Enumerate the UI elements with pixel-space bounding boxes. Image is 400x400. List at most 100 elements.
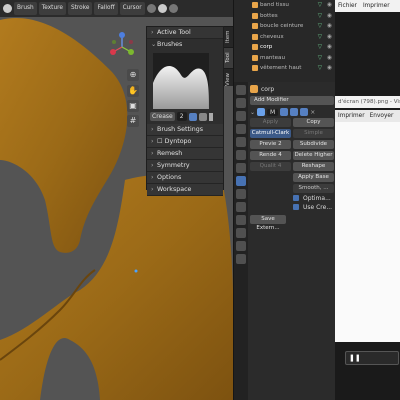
outliner-row-selected[interactable]: corp ▽ ◉	[234, 42, 336, 53]
outliner-row[interactable]: band tissu ▽ ◉	[234, 0, 336, 11]
more-dots-icon[interactable]	[208, 112, 213, 121]
use-crease-checkbox[interactable]	[293, 204, 299, 210]
brush-settings-section[interactable]: › Brush Settings	[147, 124, 223, 136]
brush-preview[interactable]	[153, 53, 209, 109]
print-button[interactable]: Imprimer	[338, 110, 365, 122]
eye-icon[interactable]: ◉	[327, 42, 332, 53]
constraints-tab-icon[interactable]	[236, 215, 246, 225]
catmull-clark-button[interactable]: Catmull-Clark	[250, 129, 291, 138]
data-tab-icon[interactable]	[236, 228, 246, 238]
camera-icon[interactable]: ▣	[127, 100, 139, 112]
shading-material-icon[interactable]	[168, 4, 178, 13]
view-layer-tab-icon[interactable]	[236, 124, 246, 134]
3d-viewport[interactable]: Brush Texture Stroke Falloff Cursor ⊕ ✋ …	[0, 0, 233, 400]
texture-menu[interactable]: Texture	[38, 2, 66, 15]
render-levels-field[interactable]: Rende 4	[250, 151, 291, 160]
zoom-icon[interactable]: ⊕	[127, 69, 139, 81]
dyntopo-section[interactable]: › ☐ Dyntopo	[147, 136, 223, 148]
menu-imprimer[interactable]: Imprimer	[363, 3, 390, 9]
grid-perspective-icon[interactable]: #	[127, 115, 139, 127]
viewer-title: d'écran (798).png - Visio	[335, 96, 400, 108]
scene-tab-icon[interactable]	[236, 137, 246, 147]
fake-user-shield-icon[interactable]	[188, 112, 197, 121]
brush-menu[interactable]: Brush	[14, 2, 37, 15]
particles-tab-icon[interactable]	[236, 189, 246, 199]
tab-tool[interactable]: Tool	[224, 47, 233, 68]
tool-tab-icon[interactable]	[236, 85, 246, 95]
save-external-button[interactable]: Save Extern...	[250, 215, 286, 231]
symmetry-section[interactable]: › Symmetry	[147, 160, 223, 172]
remesh-section[interactable]: › Remesh	[147, 148, 223, 160]
add-modifier-dropdown[interactable]: Add Modifier	[250, 96, 334, 105]
outliner-row[interactable]: manteau ▽ ◉	[234, 53, 336, 64]
reshape-button[interactable]: Reshape	[293, 162, 334, 171]
active-tool-label: Active Tool	[157, 29, 191, 36]
hand-pan-icon[interactable]: ✋	[127, 85, 139, 97]
tab-item[interactable]: Item	[224, 26, 233, 47]
material-tab-icon[interactable]	[236, 241, 246, 251]
stroke-menu[interactable]: Stroke	[67, 2, 93, 15]
falloff-menu[interactable]: Falloff	[94, 2, 118, 15]
modifier-name-field[interactable]: M	[267, 108, 279, 116]
eye-icon[interactable]: ◉	[327, 11, 332, 22]
object-icon	[252, 44, 258, 50]
menu-fichier[interactable]: Fichier	[338, 3, 357, 9]
dyntopo-label: Dyntopo	[164, 138, 192, 145]
send-button[interactable]: Envoyer	[370, 110, 394, 122]
brush-icon[interactable]	[3, 4, 12, 13]
duplicate-icon[interactable]	[198, 112, 207, 121]
eye-icon[interactable]: ◉	[327, 21, 332, 32]
world-tab-icon[interactable]	[236, 150, 246, 160]
chevron-down-icon[interactable]: ⌄	[250, 109, 255, 116]
modifier-icon: ▽	[317, 44, 322, 50]
simple-button[interactable]: Simple	[293, 129, 334, 138]
apply-base-button[interactable]: Apply Base	[293, 173, 334, 182]
eye-icon[interactable]: ◉	[327, 0, 332, 11]
render-display-icon[interactable]	[300, 108, 309, 116]
edit-mode-icon[interactable]	[280, 108, 289, 116]
viewer-toolbar: Imprimer Envoyer	[335, 110, 400, 122]
object-tab-icon[interactable]	[236, 163, 246, 173]
viewport-display-icon[interactable]	[290, 108, 299, 116]
output-tab-icon[interactable]	[236, 111, 246, 121]
navigation-gizmo[interactable]	[105, 30, 139, 64]
object-icon	[252, 12, 258, 19]
brushes-section[interactable]: ⌄Brushes	[147, 39, 223, 50]
use-crease-row: Use Cre...	[250, 204, 334, 211]
active-tool-section[interactable]: › Active Tool	[147, 27, 223, 39]
apply-button[interactable]: Apply	[250, 118, 291, 127]
options-section[interactable]: › Options	[147, 172, 223, 184]
outliner-row[interactable]: bottes ▽ ◉	[234, 11, 336, 22]
optimal-display-checkbox[interactable]	[293, 195, 299, 201]
media-player-bar[interactable]: ❚❚	[345, 351, 399, 365]
eye-icon[interactable]: ◉	[327, 32, 332, 43]
subdivide-button[interactable]: Subdivide	[293, 140, 334, 149]
dyntopo-checkbox[interactable]: ☐	[157, 138, 165, 145]
shading-solid-icon[interactable]	[157, 4, 167, 13]
viewer-menubar: Fichier Imprimer	[335, 0, 400, 12]
outliner-row-label: band tissu	[260, 2, 289, 8]
preview-levels-field[interactable]: Previe 2	[250, 140, 291, 149]
outliner-row[interactable]: boucle ceinture ▽ ◉	[234, 21, 336, 32]
cursor-menu[interactable]: Cursor	[119, 2, 145, 15]
copy-button[interactable]: Copy	[293, 118, 334, 127]
uv-smooth-dropdown[interactable]: Smooth, ...	[293, 184, 334, 193]
brush-name-field[interactable]: Crease	[150, 112, 175, 121]
delete-higher-button[interactable]: Delete Higher	[293, 151, 334, 160]
modifier-wrench-icon[interactable]	[236, 176, 246, 186]
physics-tab-icon[interactable]	[236, 202, 246, 212]
outliner-row[interactable]: vêtement haut ▽ ◉	[234, 63, 336, 74]
close-icon[interactable]: ×	[310, 109, 315, 116]
eye-icon[interactable]: ◉	[327, 63, 332, 74]
tab-view[interactable]: View	[224, 68, 233, 89]
render-tab-icon[interactable]	[236, 98, 246, 108]
outliner-row-label: cheveux	[260, 33, 284, 40]
eye-icon[interactable]: ◉	[327, 53, 332, 64]
pause-icon[interactable]: ❚❚	[349, 354, 361, 362]
overlay-icon[interactable]	[146, 4, 156, 13]
viewer-image-area	[335, 122, 400, 342]
quality-field[interactable]: Qualit 4	[250, 162, 291, 171]
workspace-section[interactable]: › Workspace	[147, 184, 223, 196]
texture-tab-icon[interactable]	[236, 254, 246, 264]
outliner-row[interactable]: cheveux ▽ ◉	[234, 32, 336, 43]
